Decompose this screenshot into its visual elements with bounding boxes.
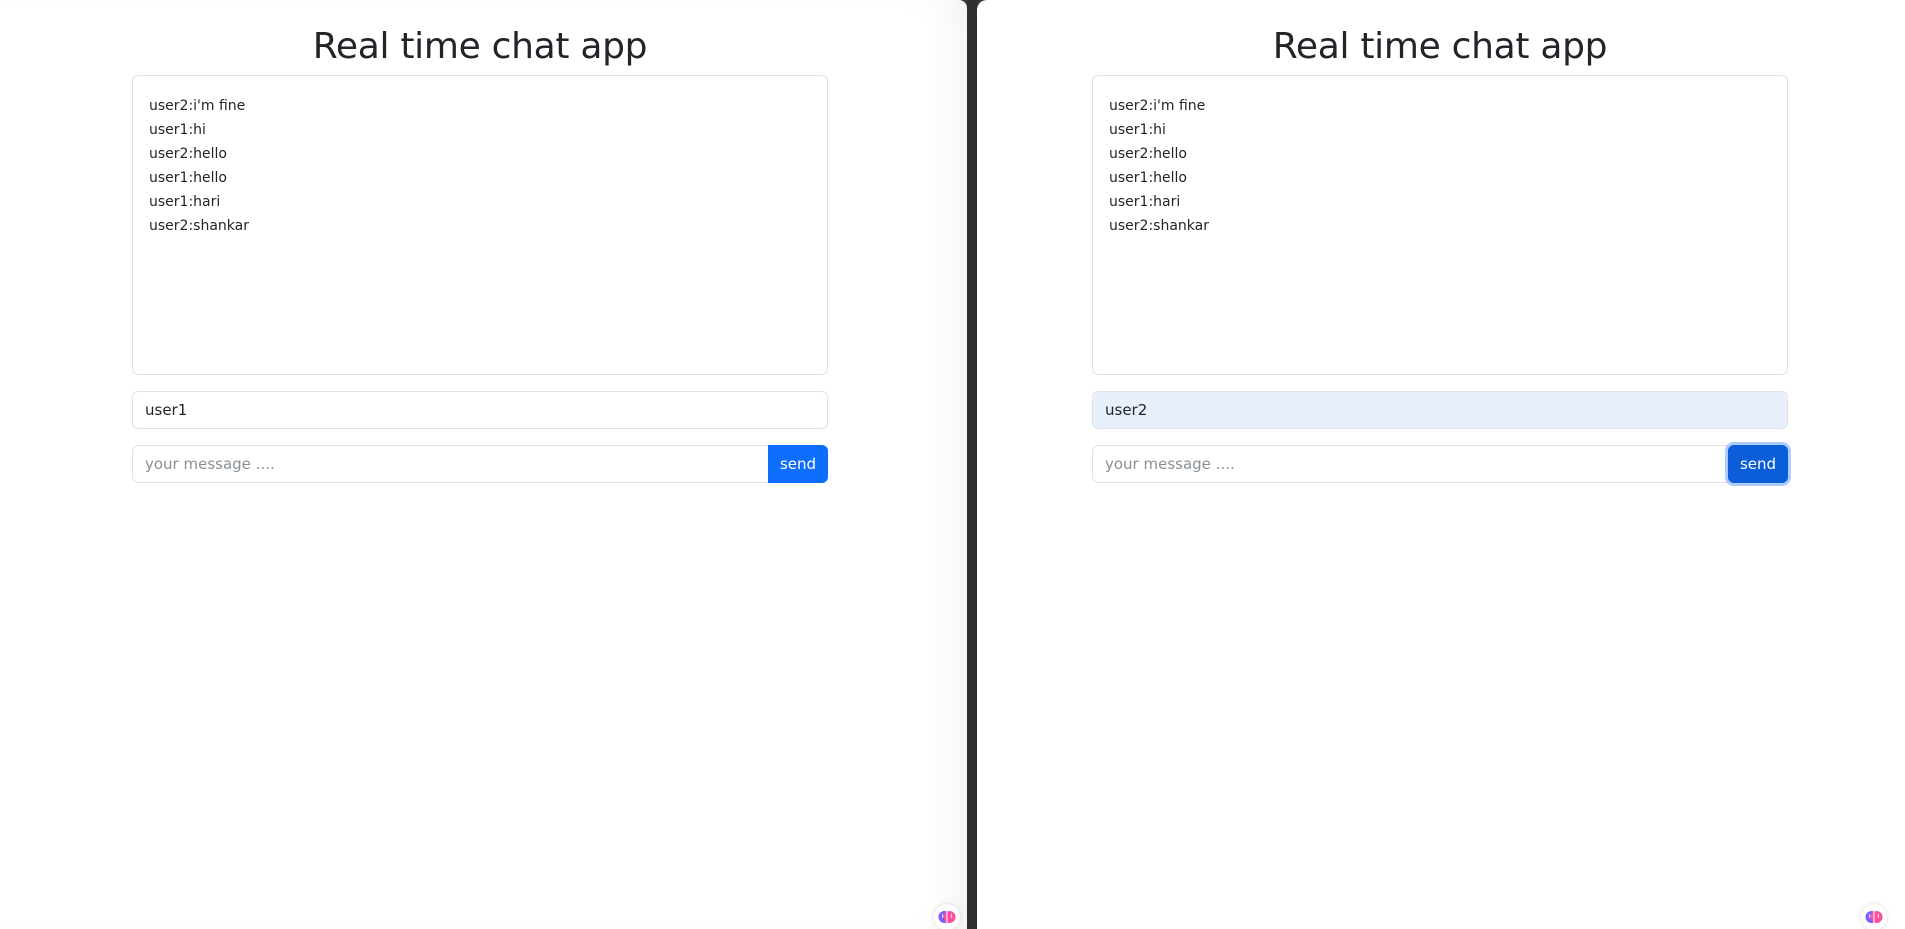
desktop: Real time chat app user2:i'm fine user1:… (0, 0, 1905, 929)
username-input[interactable] (1092, 391, 1788, 429)
message-item: user1:hari (1109, 194, 1181, 210)
message-item: user2:shankar (1109, 218, 1209, 234)
brain-icon[interactable] (934, 904, 960, 929)
message-item: user1:hi (149, 122, 206, 138)
message-item: user2:shankar (149, 218, 249, 234)
message-item: user1:hello (1109, 170, 1187, 186)
message-item: user2:i'm fine (1109, 98, 1206, 114)
message-input[interactable] (132, 445, 768, 483)
chat-app-right: Real time chat app user2:i'm fine user1:… (1092, 0, 1788, 483)
message-input[interactable] (1092, 445, 1728, 483)
send-button[interactable]: send (768, 445, 828, 483)
page-title: Real time chat app (1272, 26, 1608, 67)
message-item: user2:hello (149, 146, 227, 162)
message-item: user1:hi (1109, 122, 1166, 138)
browser-window-right: Real time chat app user2:i'm fine user1:… (977, 0, 1905, 929)
message-item: user1:hari (149, 194, 221, 210)
chat-app-left: Real time chat app user2:i'm fine user1:… (132, 0, 828, 483)
message-input-group: send (1092, 445, 1788, 483)
window-divider[interactable] (967, 0, 977, 929)
message-item: user1:hello (149, 170, 227, 186)
send-button[interactable]: send (1728, 445, 1788, 483)
messages-box[interactable]: user2:i'm fine user1:hi user2:hello user… (1092, 75, 1788, 375)
message-item: user2:i'm fine (149, 98, 246, 114)
page-title: Real time chat app (312, 26, 648, 67)
username-input[interactable] (132, 391, 828, 429)
message-item: user2:hello (1109, 146, 1187, 162)
message-input-group: send (132, 445, 828, 483)
messages-box[interactable]: user2:i'm fine user1:hi user2:hello user… (132, 75, 828, 375)
brain-icon[interactable] (1861, 904, 1887, 929)
browser-window-left: Real time chat app user2:i'm fine user1:… (0, 0, 967, 929)
